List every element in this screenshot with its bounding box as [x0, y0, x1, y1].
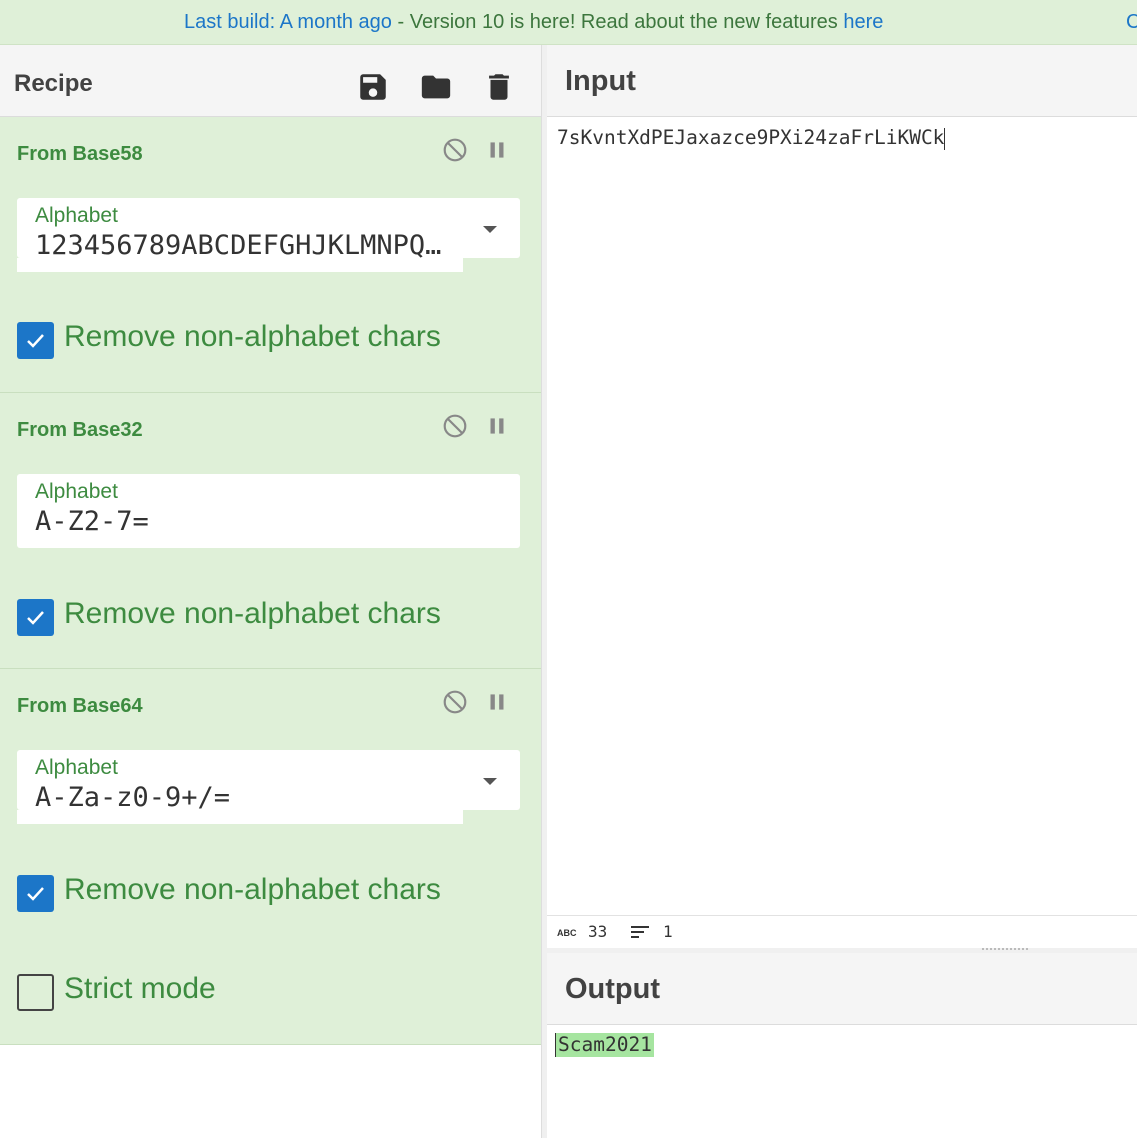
output-value[interactable]: Scam2021 — [555, 1033, 654, 1057]
alphabet-label: Alphabet — [35, 480, 118, 503]
checkbox-label: Remove non-alphabet chars — [64, 320, 441, 353]
alphabet-select[interactable]: Alphabet A-Za-z0-9+/= — [17, 750, 520, 824]
checkbox-label: Remove non-alphabet chars — [64, 873, 441, 906]
input-value: 7sKvntXdPEJaxazce9PXi24zaFrLiKWCk — [557, 126, 945, 149]
pause-icon[interactable] — [484, 137, 510, 163]
remove-non-alphabet-checkbox[interactable] — [17, 875, 54, 912]
input-textarea[interactable]: 7sKvntXdPEJaxazce9PXi24zaFrLiKWCk — [557, 126, 946, 150]
alphabet-value: A-Z2-7= — [35, 506, 149, 537]
trash-icon[interactable] — [482, 70, 516, 104]
chevron-down-icon[interactable] — [483, 778, 497, 785]
alphabet-input[interactable]: Alphabet A-Z2-7= — [17, 474, 520, 548]
pause-icon[interactable] — [484, 413, 510, 439]
splitter-grip — [982, 948, 1028, 951]
operation-from-base32: From Base32 Alphabet A-Z2-7= Remove non-… — [0, 393, 541, 669]
operation-from-base58: From Base58 Alphabet 123456789ABCDEFGHJK… — [0, 117, 541, 393]
alphabet-value: A-Za-z0-9+/= — [35, 782, 231, 813]
text-cursor — [944, 127, 946, 150]
banner-separator: - — [391, 11, 410, 33]
output-header: Output — [547, 953, 1137, 1025]
banner-text: Version 10 is here! Read about the new f… — [409, 11, 844, 33]
remove-non-alphabet-checkbox[interactable] — [17, 322, 54, 359]
operation-title: From Base64 — [17, 695, 143, 717]
lines-icon — [631, 926, 649, 938]
top-banner: Last build: A month ago - Version 10 is … — [0, 0, 1137, 45]
output-title: Output — [565, 973, 661, 1005]
alphabet-label: Alphabet — [35, 204, 118, 227]
svg-text:ABC: ABC — [557, 928, 577, 937]
input-header: Input — [547, 45, 1137, 117]
alphabet-value: 123456789ABCDEFGHJKLMNPQRSTUVWXYZabcdefg… — [35, 230, 445, 261]
input-statusbar: ABC 33 1 — [547, 915, 1137, 948]
alphabet-label: Alphabet — [35, 756, 118, 779]
banner-message: Last build: A month ago - Version 10 is … — [184, 11, 883, 34]
remove-non-alphabet-checkbox[interactable] — [17, 599, 54, 636]
folder-icon[interactable] — [419, 70, 453, 104]
alphabet-select[interactable]: Alphabet 123456789ABCDEFGHJKLMNPQRSTUVWX… — [17, 198, 520, 272]
disable-icon[interactable] — [442, 137, 468, 163]
checkbox-label: Remove non-alphabet chars — [64, 597, 441, 630]
disable-icon[interactable] — [442, 413, 468, 439]
features-link[interactable]: here — [843, 11, 883, 33]
strict-mode-label: Strict mode — [64, 972, 216, 1005]
input-title: Input — [565, 65, 636, 97]
operation-from-base64: From Base64 Alphabet A-Za-z0-9+/= Remove… — [0, 669, 541, 1045]
save-icon[interactable] — [356, 70, 390, 104]
recipe-panel: Recipe From Base58 Alphabet 123456789ABC… — [0, 45, 541, 1138]
recipe-header: Recipe — [0, 45, 541, 117]
operation-title: From Base32 — [17, 419, 143, 441]
strict-mode-checkbox[interactable] — [17, 974, 54, 1011]
line-count: 1 — [663, 922, 673, 941]
recipe-title: Recipe — [14, 70, 93, 97]
operation-title: From Base58 — [17, 143, 143, 165]
disable-icon[interactable] — [442, 689, 468, 715]
abc-icon: ABC — [557, 928, 577, 937]
pause-icon[interactable] — [484, 689, 510, 715]
last-build-link[interactable]: Last build: A month ago — [184, 11, 392, 33]
banner-edge-link[interactable]: C — [1126, 11, 1137, 34]
char-count: 33 — [588, 922, 608, 941]
chevron-down-icon[interactable] — [483, 226, 497, 233]
